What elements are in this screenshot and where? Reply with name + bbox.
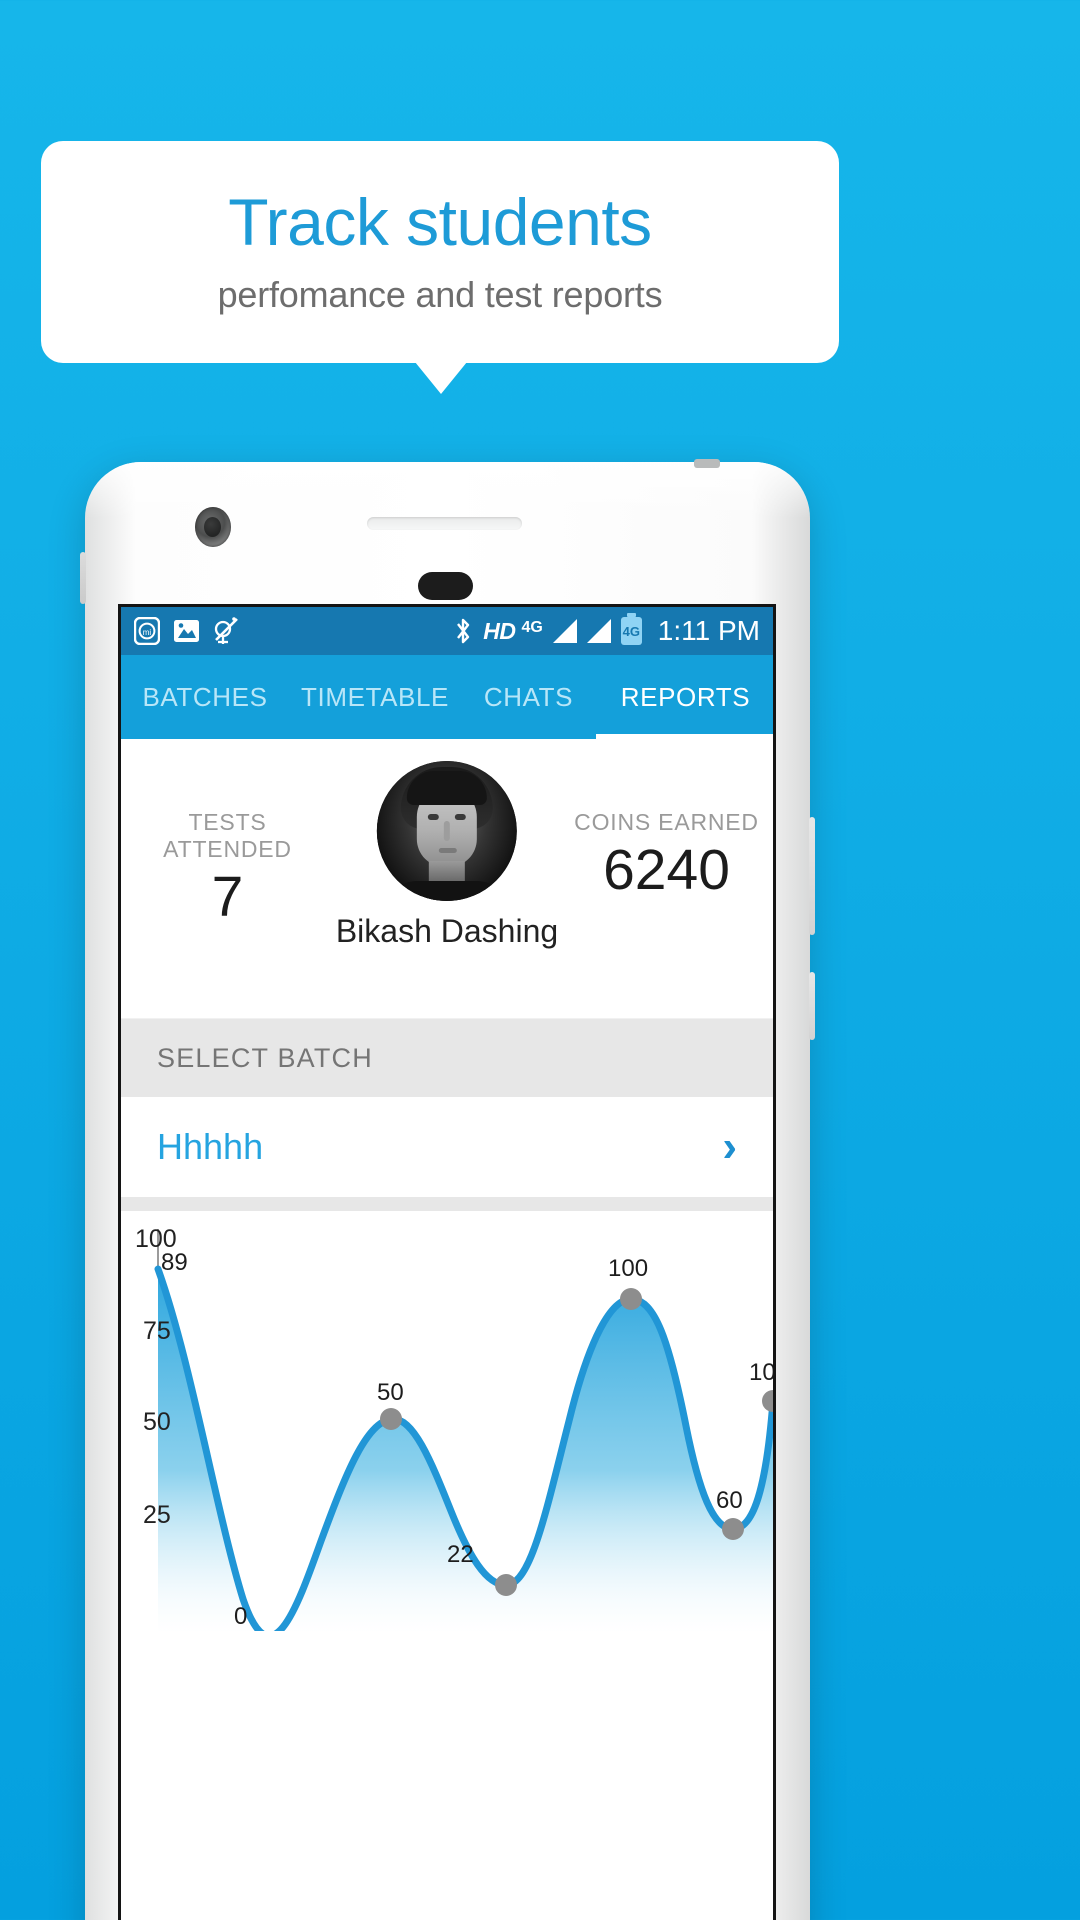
- phone-mockup: mi HD 4G 4G 1:11 PM BATCHES TIMETABLE CH…: [80, 459, 815, 1920]
- tab-reports[interactable]: REPORTS: [596, 655, 773, 739]
- svg-text:mi: mi: [143, 628, 152, 637]
- avatar: [377, 761, 517, 901]
- earpiece-speaker: [367, 517, 522, 530]
- stat-coins-earned: COINS EARNED 6240: [574, 739, 759, 899]
- student-name: Bikash Dashing: [335, 913, 559, 949]
- avatar-block: Bikash Dashing: [336, 761, 558, 950]
- chart-point-marker[interactable]: [495, 1574, 517, 1596]
- status-bar: mi HD 4G 4G 1:11 PM: [121, 607, 773, 655]
- mi-app-icon: mi: [134, 617, 160, 645]
- front-camera-icon: [195, 507, 231, 547]
- chart-point-marker[interactable]: [620, 1288, 642, 1310]
- chart-point-marker[interactable]: [722, 1518, 744, 1540]
- power-button[interactable]: [809, 817, 815, 935]
- bluetooth-icon: [457, 618, 470, 644]
- phone-top-antenna-line: [694, 459, 720, 468]
- tab-reports-label: REPORTS: [620, 681, 751, 712]
- network-type-label: 4G: [521, 619, 543, 636]
- hd-voice-label: HD: [483, 617, 516, 644]
- performance-chart: 100 75 50 25 89 0 50 22 100 60 100: [121, 1211, 773, 1631]
- battery-label: 4G: [622, 623, 640, 639]
- callout-tail-triangle: [415, 362, 467, 394]
- chevron-right-icon[interactable]: ›: [722, 1125, 737, 1169]
- signal-bars-icon-2: [586, 619, 611, 643]
- promo-subheadline: perfomance and test reports: [217, 273, 663, 315]
- profile-summary: TESTS ATTENDED 7 Bikash Dashing COINS EA…: [121, 739, 773, 1019]
- stat-tests-attended: TESTS ATTENDED 7: [135, 739, 320, 926]
- left-side-button[interactable]: [80, 552, 86, 604]
- chart-area-fill: [158, 1269, 773, 1631]
- signal-bars-icon: [552, 619, 577, 643]
- volume-button[interactable]: [809, 972, 815, 1040]
- coins-earned-label: COINS EARNED: [574, 809, 759, 835]
- tab-bar: BATCHES TIMETABLE CHATS REPORTS: [121, 655, 773, 739]
- tests-attended-label: TESTS ATTENDED: [163, 809, 292, 862]
- chart-point-marker[interactable]: [762, 1390, 776, 1412]
- coins-earned-value: 6240: [603, 838, 730, 902]
- status-bar-notification-icons: mi: [134, 616, 240, 646]
- chart-point-marker[interactable]: [380, 1408, 402, 1430]
- y-tick-25: 25: [143, 1501, 171, 1529]
- phone-screen: mi HD 4G 4G 1:11 PM BATCHES TIMETABLE CH…: [118, 604, 776, 1920]
- section-divider: [121, 1197, 773, 1211]
- bezel-gloss: [85, 462, 810, 518]
- chart-label-89: 89: [161, 1249, 188, 1276]
- y-tick-50: 50: [143, 1408, 171, 1436]
- chart-label-50: 50: [377, 1379, 404, 1406]
- tab-chats[interactable]: CHATS: [461, 655, 596, 739]
- status-bar-system-icons: HD 4G 4G 1:11 PM: [453, 613, 760, 647]
- tab-timetable[interactable]: TIMETABLE: [289, 655, 461, 739]
- promo-callout-card: Track students perfomance and test repor…: [41, 141, 839, 363]
- selected-batch-name: Hhhhh: [157, 1126, 264, 1167]
- y-tick-75: 75: [143, 1317, 171, 1345]
- status-bar-clock: 1:11 PM: [657, 615, 760, 646]
- tests-attended-value: 7: [211, 865, 244, 929]
- chart-label-60: 60: [716, 1487, 743, 1514]
- chart-label-100a: 100: [608, 1255, 649, 1282]
- select-batch-label: SELECT BATCH: [157, 1042, 373, 1073]
- batch-selector-row[interactable]: Hhhhh ›: [121, 1097, 773, 1197]
- chart-label-22: 22: [447, 1541, 474, 1568]
- gallery-icon: [174, 620, 199, 642]
- proximity-sensor: [418, 572, 473, 600]
- chart-label-100b: 100: [749, 1359, 776, 1386]
- select-batch-header: SELECT BATCH: [121, 1019, 773, 1097]
- chart-label-0: 0: [234, 1603, 248, 1630]
- tab-batches[interactable]: BATCHES: [121, 655, 289, 739]
- usb-debug-icon: [214, 617, 238, 644]
- promo-headline: Track students: [228, 185, 652, 260]
- battery-icon: 4G: [620, 613, 642, 645]
